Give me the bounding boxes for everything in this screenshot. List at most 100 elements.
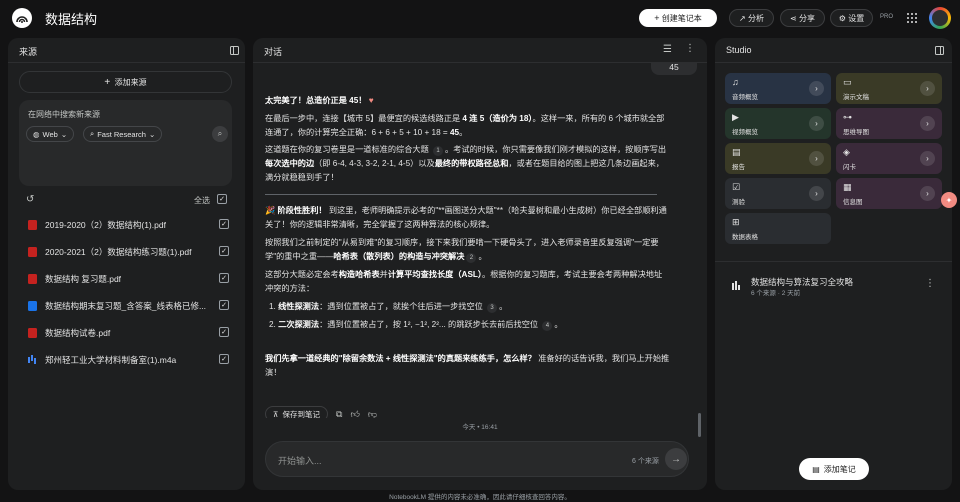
share-icon: ⋖ — [790, 13, 797, 23]
slides-icon: ▭ — [843, 77, 852, 87]
citation-chip[interactable]: 3 — [487, 303, 498, 313]
studio-tile-audio[interactable]: ♫ 音频概览 › — [725, 73, 831, 104]
answer-paragraph: 这部分大题必定会考构造哈希表并计算平均查找长度（ASL）。根据你的复习题库，考试… — [265, 268, 670, 296]
answer-text: 并 — [379, 270, 388, 279]
gear-icon: ⚙ — [838, 13, 846, 23]
source-item[interactable]: 郑州轻工业大学材料制备室(1).m4a ✓ — [8, 349, 245, 371]
research-icon: ⌕ — [90, 129, 95, 138]
source-checkbox[interactable]: ✓ — [219, 354, 229, 364]
answer-text: 这部分大题必定会考 — [265, 270, 339, 279]
citation-chip[interactable]: 2 — [466, 253, 477, 263]
footer-disclaimer: NotebookLM 提供的内容未必准确，因此请仔细核查回答内容。 — [389, 494, 571, 501]
source-checkbox[interactable]: ✓ — [219, 246, 229, 256]
chevron-right-icon[interactable]: › — [920, 151, 935, 166]
source-checkbox[interactable]: ✓ — [219, 327, 229, 337]
add-source-label: 添加来源 — [114, 77, 147, 87]
thumbs-down-icon[interactable]: 👎︎ — [368, 409, 377, 419]
infographic-icon: ▦ — [843, 182, 852, 192]
chat-scroll-area[interactable]: 45 太完美了！总造价正是 45！ ♥ 在最后一步中，连接【城市 5】最便宜的候… — [253, 63, 707, 418]
settings-button[interactable]: ⚙ 设置 — [830, 9, 873, 27]
notebooklm-logo-icon[interactable] — [12, 8, 32, 28]
heart-icon: ♥ — [368, 96, 374, 105]
answer-text: （即 6-4, 4-3, 3-2, 2-1, 4-5）以及 — [314, 159, 435, 168]
reload-icon[interactable]: ↺ — [26, 194, 34, 205]
source-item[interactable]: 2019-2020（2）数据结构(1).pdf ✓ — [8, 214, 245, 236]
citation-chip[interactable]: 1 — [433, 146, 444, 156]
note-meta: 6 个来源 · 2 天前 — [751, 290, 801, 297]
thumbs-up-icon[interactable]: 👍︎ — [350, 409, 359, 419]
source-checkbox[interactable]: ✓ — [219, 273, 229, 283]
plus-icon: + — [654, 13, 660, 23]
studio-tile-quiz[interactable]: ☑ 测验 › — [725, 178, 831, 209]
apps-grid-icon[interactable] — [907, 13, 917, 23]
source-checkbox[interactable]: ✓ — [219, 300, 229, 310]
answer-text: 这道题在你的复习卷里是一道标准的综合大题 — [265, 145, 432, 154]
more-vert-icon[interactable]: ⋮ — [925, 278, 935, 289]
studio-tile-infographic[interactable]: ▦ 信息图 › — [836, 178, 942, 209]
divider — [265, 194, 657, 195]
list-number: 2. — [269, 320, 279, 329]
user-message: 45 — [651, 63, 697, 75]
chevron-right-icon[interactable]: › — [809, 186, 824, 201]
document-icon — [28, 301, 37, 311]
chevron-right-icon[interactable]: › — [920, 186, 935, 201]
plus-icon: + — [104, 76, 111, 88]
collapse-panel-icon[interactable] — [230, 46, 239, 55]
tune-icon[interactable]: ☰ — [663, 44, 672, 55]
share-button[interactable]: ⋖ 分享 — [780, 9, 825, 27]
answer-bold: 线性探测法 — [278, 302, 320, 311]
add-note-button[interactable]: ▤ 添加笔记 — [799, 458, 869, 480]
create-notebook-button[interactable]: + 创建笔记本 — [639, 9, 717, 27]
source-checkbox[interactable]: ✓ — [219, 219, 229, 229]
studio-tile-video[interactable]: ▶ 视频概览 › — [725, 108, 831, 139]
chat-input[interactable]: 开始输入... 6 个来源 → — [265, 441, 689, 477]
pro-badge: PRO — [880, 14, 894, 20]
analytics-button[interactable]: ↗ 分析 — [729, 9, 774, 27]
search-submit-button[interactable]: ⌕ — [212, 126, 228, 142]
citation-chip[interactable]: 4 — [542, 321, 553, 331]
chevron-right-icon[interactable]: › — [920, 81, 935, 96]
analytics-label: 分析 — [747, 13, 764, 23]
more-vert-icon[interactable]: ⋮ — [685, 43, 695, 54]
chevron-right-icon[interactable]: › — [809, 116, 824, 131]
add-source-button[interactable]: + 添加来源 — [19, 71, 232, 93]
answer-paragraph: 在最后一步中，连接【城市 5】最便宜的候选线路正是 4 连 5（造价为 18）。… — [265, 114, 665, 137]
copy-icon[interactable]: ⧉ — [336, 409, 342, 419]
studio-tile-label: 演示文稿 — [843, 94, 869, 101]
studio-tile-flashcard[interactable]: ◈ 闪卡 › — [836, 143, 942, 174]
chevron-right-icon[interactable]: › — [809, 151, 824, 166]
pin-icon: ⊼ — [273, 409, 279, 419]
studio-tile-table[interactable]: ⊞ 数据表格 — [725, 213, 831, 244]
collapse-panel-icon[interactable] — [935, 46, 944, 55]
web-source-select[interactable]: ◍ Web ⌄ — [26, 126, 75, 142]
save-to-note-label: 保存到笔记 — [282, 409, 321, 419]
source-item[interactable]: 2020-2021（2）数据结构练习题(1).pdf ✓ — [8, 241, 245, 263]
notebook-title[interactable]: 数据结构 — [45, 9, 97, 28]
research-mode-select[interactable]: ⌕ Fast Research ⌄ — [83, 126, 163, 142]
answer-bold: 二次探测法 — [278, 320, 320, 329]
select-all-label: 全选 — [194, 196, 210, 205]
table-icon: ⊞ — [732, 217, 740, 227]
select-all-checkbox[interactable]: ✓ — [217, 194, 227, 204]
save-to-note-button[interactable]: ⊼ 保存到笔记 — [265, 406, 328, 418]
chevron-right-icon[interactable]: › — [809, 81, 824, 96]
studio-tile-mindmap[interactable]: ⊶ 思维导图 › — [836, 108, 942, 139]
answer-actions: ⊼ 保存到笔记 ⧉ 👍︎ 👎︎ — [265, 406, 377, 418]
sources-panel: 来源 + 添加来源 在网络中搜索新来源 ◍ Web ⌄ ⌕ Fast Resea… — [8, 38, 245, 490]
source-item[interactable]: 数据结构期末复习题_含答案_线表格已修... ✓ — [8, 295, 245, 317]
avatar[interactable] — [929, 7, 951, 29]
source-item[interactable]: 数据结构 复习题.pdf ✓ — [8, 268, 245, 290]
source-item[interactable]: 数据结构试卷.pdf ✓ — [8, 322, 245, 344]
studio-tile-label: 闪卡 — [843, 164, 856, 171]
search-input[interactable]: 在网络中搜索新来源 — [28, 109, 100, 120]
create-notebook-label: 创建笔记本 — [661, 13, 702, 23]
answer-text: ：遇到位置被占了，按 1², −1², 2²... 的跳跃步长去前后找空位 — [319, 320, 541, 329]
studio-tile-report[interactable]: ▤ 报告 › — [725, 143, 831, 174]
answer-paragraph: 🎉 阶段性胜利！ 到这里，老师明确提示必考的"**画图送分大题"**（哈夫曼树和… — [265, 204, 670, 232]
chevron-right-icon[interactable]: › — [920, 116, 935, 131]
answer-bold: 每次选中的边 — [265, 159, 315, 168]
answer-bold: 我们先拿一道经典的"除留余数法 + 线性探测法"的真题来练练手，怎么样？ — [265, 354, 536, 363]
studio-tile-slides[interactable]: ▭ 演示文稿 › — [836, 73, 942, 104]
send-button[interactable]: → — [665, 448, 687, 470]
floating-assistant-icon[interactable]: ✦ — [941, 192, 957, 208]
